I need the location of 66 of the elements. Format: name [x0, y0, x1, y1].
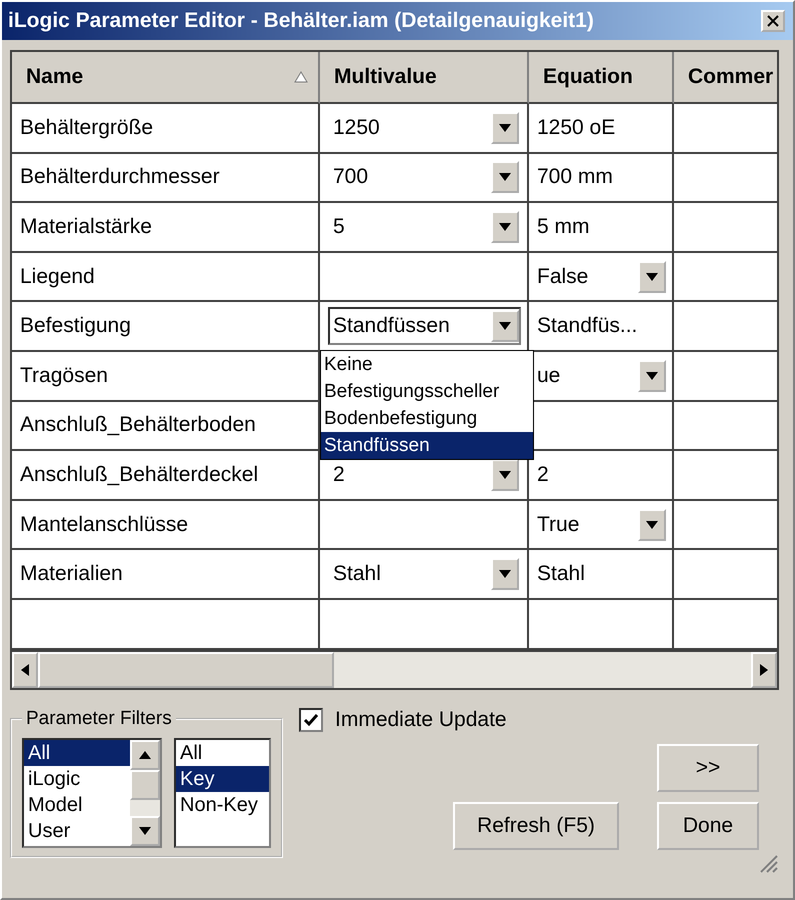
scroll-left-button[interactable]: [12, 652, 38, 688]
scroll-up-button[interactable]: [130, 740, 160, 770]
equation-cell: 5 mm: [529, 203, 674, 253]
checkbox-label: Immediate Update: [335, 708, 507, 732]
sort-icon: [294, 71, 308, 83]
table-cell: Materialien: [12, 550, 320, 600]
caret-icon: [646, 372, 658, 380]
key-list[interactable]: All Key Non-Key: [174, 738, 271, 848]
close-button[interactable]: [761, 10, 785, 32]
dropdown-button[interactable]: [638, 360, 666, 392]
scroll-right-button[interactable]: [751, 652, 777, 688]
dropdown-button[interactable]: [638, 260, 666, 293]
column-header[interactable]: Multivalue: [320, 52, 529, 104]
horizontal-scrollbar[interactable]: [12, 650, 777, 688]
dropdown-button[interactable]: [491, 112, 519, 144]
table-cell: Anschluß_Behälterdeckel: [12, 451, 320, 501]
up-arrow-icon: [139, 751, 151, 759]
column-header[interactable]: Name: [12, 52, 320, 104]
table-cell: Behältergröße: [12, 104, 320, 154]
column-header[interactable]: Equation: [529, 52, 674, 104]
caret-icon: [499, 124, 511, 132]
caret-icon: [646, 272, 658, 281]
left-arrow-icon: [21, 664, 29, 676]
dropdown-button[interactable]: [491, 210, 519, 243]
caret-icon: [646, 520, 658, 529]
done-button[interactable]: Done: [657, 802, 759, 850]
table-cell: Behälterdurchmesser: [12, 154, 320, 204]
dropdown-option[interactable]: Standfüssen: [321, 432, 533, 459]
group-title: Parameter Filters: [25, 708, 173, 730]
scroll-down-button[interactable]: [130, 816, 160, 846]
equation-cell: 700 mm: [529, 154, 674, 204]
checkbox[interactable]: [299, 708, 323, 732]
table-cell: Materialstärke: [12, 203, 320, 253]
dropdown-button[interactable]: [491, 161, 519, 194]
equation-cell: False: [529, 252, 674, 302]
scroll-thumb[interactable]: [130, 770, 160, 800]
dropdown-button[interactable]: [638, 508, 666, 541]
list-item[interactable]: Key: [176, 766, 269, 792]
caret-icon: [499, 173, 511, 182]
table-cell: Liegend: [12, 252, 320, 302]
refresh-button[interactable]: Refresh (F5): [453, 802, 619, 850]
dropdown-button[interactable]: [491, 458, 519, 491]
caret-icon: [499, 570, 511, 578]
equation-cell: True: [529, 500, 674, 550]
expand-button[interactable]: >>: [657, 744, 759, 792]
equation-cell: Stahl: [529, 550, 674, 600]
scroll-thumb[interactable]: [38, 652, 334, 688]
column-header[interactable]: Commer: [674, 52, 777, 104]
equation-cell: 1250 oE: [529, 104, 674, 154]
equation-cell: Standfüs...: [529, 302, 674, 352]
check-icon: [303, 713, 319, 727]
table-cell: Mantelanschlüsse: [12, 500, 320, 550]
caret-icon: [499, 222, 511, 231]
dropdown-button[interactable]: [491, 310, 519, 342]
dropdown-button[interactable]: [491, 558, 519, 590]
caret-icon: [499, 470, 511, 479]
down-arrow-icon: [139, 827, 151, 835]
list-item[interactable]: All: [24, 740, 130, 766]
multivalue-dropdown[interactable]: Standfüssen: [328, 307, 521, 346]
caret-icon: [499, 322, 511, 330]
right-arrow-icon: [760, 664, 768, 676]
type-list[interactable]: All iLogic Model User: [22, 738, 162, 848]
window-title: iLogic Parameter Editor - Behälter.iam (Detailgenauigkeit1): [8, 9, 594, 33]
close-icon: [767, 15, 779, 27]
table-cell: Befestigung: [12, 302, 320, 352]
vertical-scrollbar[interactable]: [130, 740, 160, 846]
